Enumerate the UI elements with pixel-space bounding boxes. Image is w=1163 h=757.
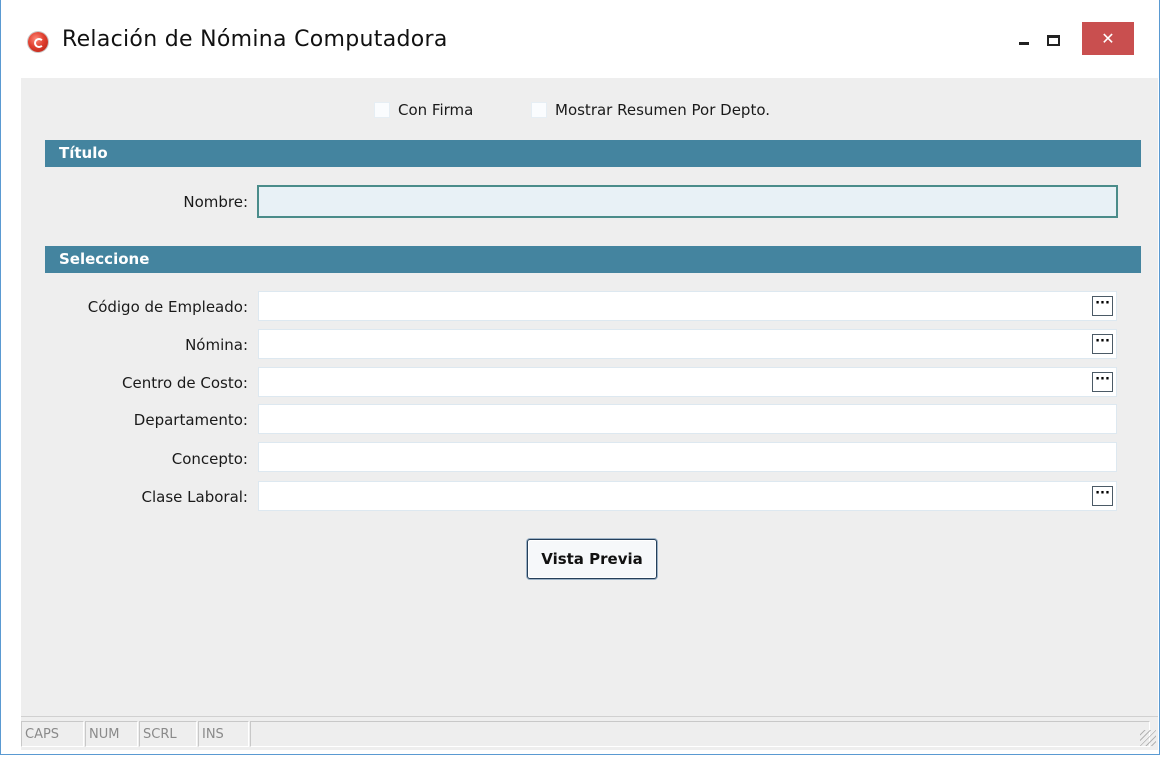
report-window: Relación de Nómina Computadora Con Firma… xyxy=(0,0,1160,755)
checkbox-label: Con Firma xyxy=(398,101,474,119)
concepto-label: Concepto: xyxy=(171,450,248,468)
clase-laboral-field[interactable]: ··· xyxy=(258,481,1117,511)
centro-costo-label: Centro de Costo: xyxy=(122,374,248,392)
codigo-empleado-label: Código de Empleado: xyxy=(87,298,248,316)
scrl-indicator: SCRL xyxy=(139,721,197,747)
checkbox-label: Mostrar Resumen Por Depto. xyxy=(555,101,771,119)
centro-costo-field[interactable]: ··· xyxy=(258,367,1117,397)
departamento-field[interactable] xyxy=(258,404,1117,434)
checkbox-box[interactable] xyxy=(531,102,547,118)
title-bar[interactable]: Relación de Nómina Computadora xyxy=(1,0,1159,78)
maximize-button[interactable] xyxy=(1037,22,1067,55)
lookup-button[interactable]: ··· xyxy=(1092,486,1113,506)
form-body: Con Firma Mostrar Resumen Por Depto. Tít… xyxy=(21,78,1158,750)
clase-laboral-label: Clase Laboral: xyxy=(141,488,248,506)
ins-indicator: INS xyxy=(198,721,249,747)
section-header-titulo: Título xyxy=(45,140,1141,167)
window-title: Relación de Nómina Computadora xyxy=(62,27,448,52)
nomina-field[interactable]: ··· xyxy=(258,329,1117,359)
close-button[interactable] xyxy=(1082,22,1134,55)
nombre-input[interactable] xyxy=(257,185,1118,218)
vista-previa-button[interactable]: Vista Previa xyxy=(527,539,657,579)
nombre-label: Nombre: xyxy=(183,193,248,211)
nomina-label: Nómina: xyxy=(185,336,248,354)
lookup-button[interactable]: ··· xyxy=(1092,372,1113,392)
con-firma-checkbox[interactable]: Con Firma xyxy=(374,100,473,120)
app-icon xyxy=(28,32,48,52)
caps-indicator: CAPS xyxy=(21,721,84,747)
resize-grip-icon[interactable] xyxy=(1140,730,1156,746)
checkbox-box[interactable] xyxy=(374,102,390,118)
num-indicator: NUM xyxy=(85,721,138,747)
lookup-button[interactable]: ··· xyxy=(1092,334,1113,354)
concepto-field[interactable] xyxy=(258,442,1117,472)
status-message-panel xyxy=(250,721,1150,747)
mostrar-resumen-checkbox[interactable]: Mostrar Resumen Por Depto. xyxy=(531,100,770,120)
lookup-button[interactable]: ··· xyxy=(1092,296,1113,316)
codigo-empleado-field[interactable]: ··· xyxy=(258,291,1117,321)
status-bar: CAPS NUM SCRL INS xyxy=(21,716,1158,750)
departamento-label: Departamento: xyxy=(133,411,248,429)
section-header-seleccione: Seleccione xyxy=(45,246,1141,273)
